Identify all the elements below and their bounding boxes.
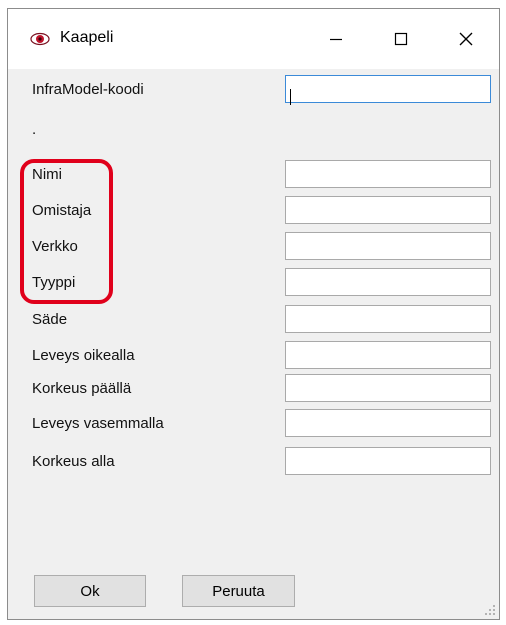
radius-label: Säde bbox=[32, 311, 68, 328]
window-title: Kaapeli bbox=[60, 29, 114, 46]
separator-dot: . bbox=[32, 121, 37, 138]
name-input[interactable] bbox=[285, 160, 491, 188]
width-right-input[interactable] bbox=[285, 341, 491, 369]
text-caret bbox=[290, 89, 291, 105]
title-bar: Kaapeli bbox=[8, 9, 499, 69]
maximize-button[interactable] bbox=[378, 19, 424, 59]
minimize-icon bbox=[330, 38, 342, 41]
minimize-button[interactable] bbox=[313, 19, 359, 59]
inframodel-code-input[interactable] bbox=[285, 75, 491, 103]
width-left-input[interactable] bbox=[285, 409, 491, 437]
owner-input[interactable] bbox=[285, 196, 491, 224]
height-below-input[interactable] bbox=[285, 447, 491, 475]
inframodel-code-label: InfraModel-koodi bbox=[32, 81, 144, 98]
radius-input[interactable] bbox=[285, 305, 491, 333]
red-highlight-annotation bbox=[20, 159, 113, 304]
eye-icon bbox=[30, 32, 50, 46]
height-below-label: Korkeus alla bbox=[32, 453, 115, 470]
cancel-button[interactable]: Peruuta bbox=[182, 575, 295, 607]
close-icon bbox=[459, 32, 473, 46]
network-input[interactable] bbox=[285, 232, 491, 260]
width-right-label: Leveys oikealla bbox=[32, 347, 135, 364]
maximize-icon bbox=[394, 32, 408, 46]
resize-grip-icon[interactable] bbox=[484, 604, 496, 616]
ok-button[interactable]: Ok bbox=[34, 575, 146, 607]
height-above-label: Korkeus päällä bbox=[32, 380, 132, 397]
type-input[interactable] bbox=[285, 268, 491, 296]
close-button[interactable] bbox=[443, 19, 489, 59]
dialog-window: Kaapeli InfraModel-koodi . Nimi Omistaja… bbox=[7, 8, 500, 620]
height-above-input[interactable] bbox=[285, 374, 491, 402]
width-left-label: Leveys vasemmalla bbox=[32, 415, 164, 432]
